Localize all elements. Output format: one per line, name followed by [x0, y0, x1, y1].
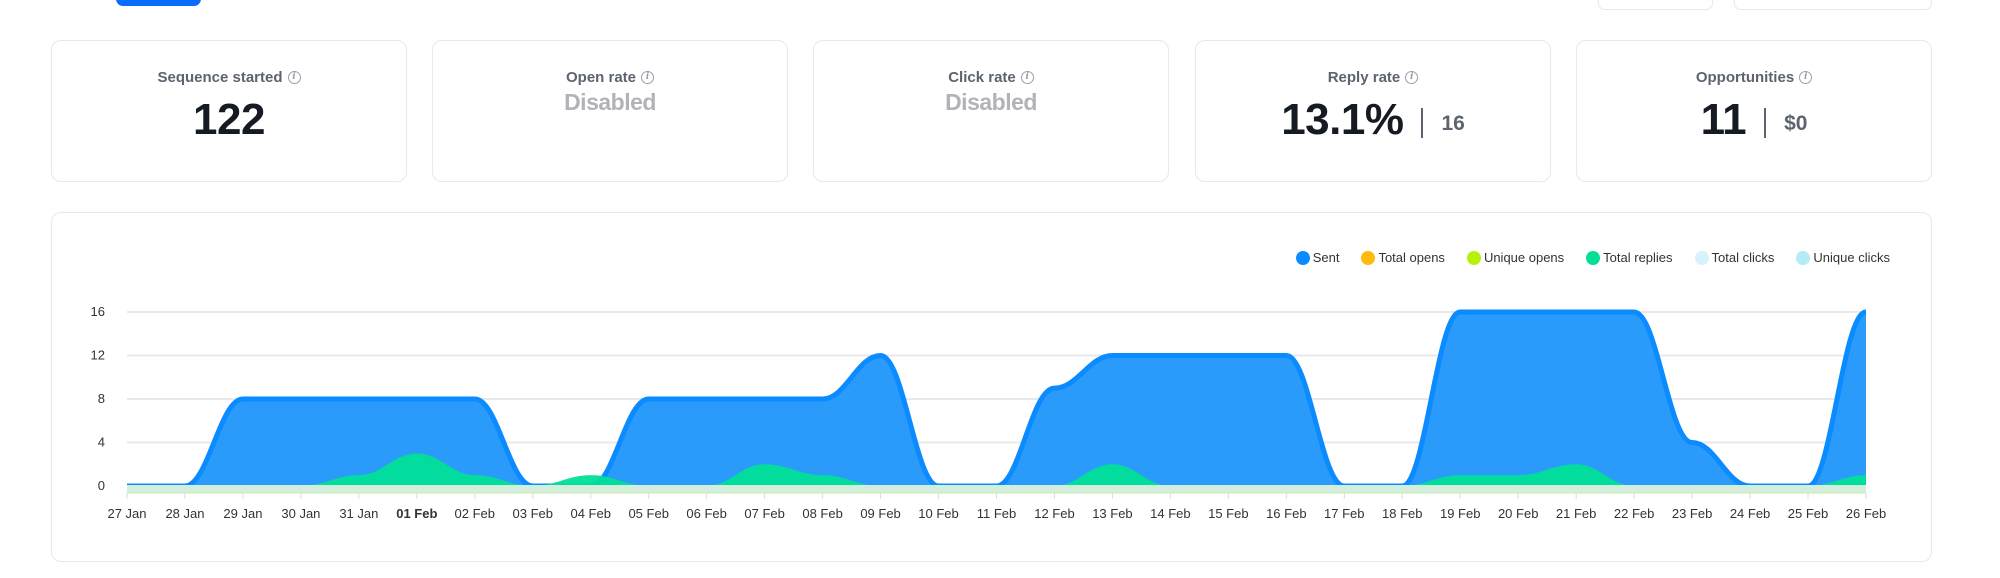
- x-tick-label: 22 Feb: [1614, 506, 1654, 521]
- x-tick-label: 24 Feb: [1730, 506, 1770, 521]
- x-tick-label: 18 Feb: [1382, 506, 1422, 521]
- x-tick-label: 08 Feb: [802, 506, 842, 521]
- y-tick-label: 8: [98, 391, 105, 406]
- x-tick-label: 30 Jan: [281, 506, 320, 521]
- y-tick-label: 12: [91, 348, 105, 363]
- x-tick-label: 10 Feb: [918, 506, 958, 521]
- x-tick-label: 14 Feb: [1150, 506, 1190, 521]
- x-tick-label: 25 Feb: [1788, 506, 1828, 521]
- x-tick-label: 01 Feb: [396, 506, 437, 521]
- x-tick-label: 07 Feb: [744, 506, 784, 521]
- baseline-band: [127, 485, 1866, 493]
- x-tick-label: 13 Feb: [1092, 506, 1132, 521]
- x-tick-label: 23 Feb: [1672, 506, 1712, 521]
- x-tick-label: 19 Feb: [1440, 506, 1480, 521]
- x-tick-label: 28 Jan: [165, 506, 204, 521]
- x-tick-label: 17 Feb: [1324, 506, 1364, 521]
- analytics-area-chart: 0 4 8 12 16 27 Jan 28 Jan 29 Jan 30 Jan 31 Jan 01 …: [91, 304, 1887, 521]
- x-tick-label: 26 Feb: [1846, 506, 1886, 521]
- y-tick-label: 0: [98, 478, 105, 493]
- x-tick-label: 12 Feb: [1034, 506, 1074, 521]
- x-tick-label: 06 Feb: [686, 506, 726, 521]
- x-tick-label: 20 Feb: [1498, 506, 1538, 521]
- y-tick-label: 4: [98, 435, 105, 450]
- x-tick-label: 09 Feb: [860, 506, 900, 521]
- x-tick-label: 04 Feb: [570, 506, 610, 521]
- x-tick-label: 31 Jan: [339, 506, 378, 521]
- y-tick-label: 16: [91, 304, 105, 319]
- x-tick-label: 29 Jan: [223, 506, 262, 521]
- x-tick-label: 21 Feb: [1556, 506, 1596, 521]
- x-tick-label: 27 Jan: [107, 506, 146, 521]
- x-tick-label: 05 Feb: [628, 506, 668, 521]
- x-tick-label: 03 Feb: [513, 506, 553, 521]
- x-tick-label: 15 Feb: [1208, 506, 1248, 521]
- x-tick-label: 02 Feb: [455, 506, 495, 521]
- x-tick-label: 11 Feb: [977, 506, 1017, 521]
- x-tick-label: 16 Feb: [1266, 506, 1306, 521]
